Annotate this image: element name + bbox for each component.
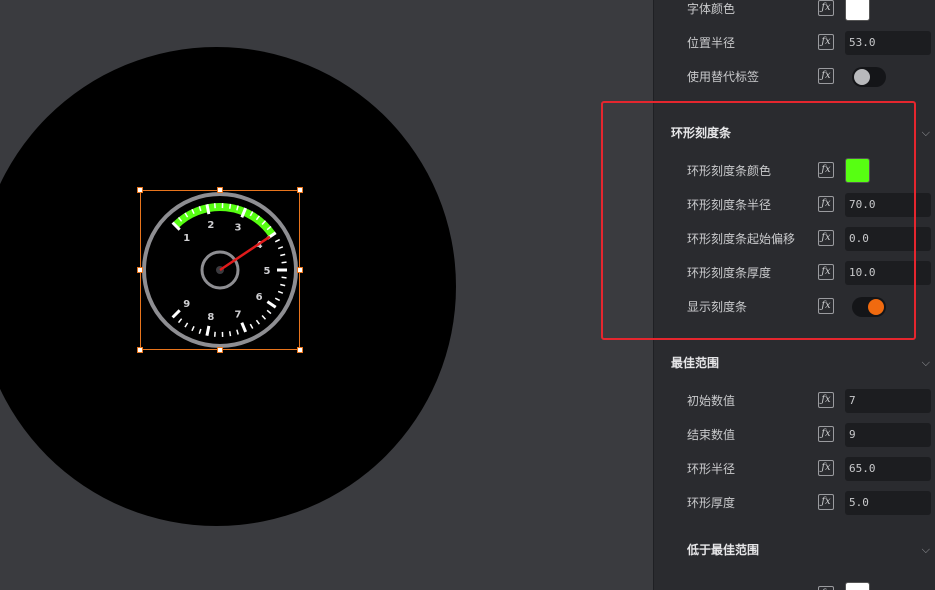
property-row: 环形刻度条半径 ƒx 70.0: [654, 190, 935, 220]
resize-handle[interactable]: [137, 347, 143, 353]
property-row: 环形半径 ƒx 65.0: [654, 454, 935, 484]
value-input[interactable]: 65.0: [845, 457, 931, 481]
toggle-knob: [868, 299, 884, 315]
property-row: 初始数值 ƒx 7: [654, 386, 935, 416]
value-input[interactable]: 10.0: [845, 261, 931, 285]
fx-icon[interactable]: ƒx: [818, 426, 834, 442]
property-label: 初始数值: [687, 394, 736, 408]
toggle-switch[interactable]: [852, 67, 886, 87]
fx-icon[interactable]: ƒx: [818, 460, 834, 476]
property-row: 环形刻度条厚度 ƒx 10.0: [654, 258, 935, 288]
fx-icon[interactable]: ƒx: [818, 230, 834, 246]
resize-handle[interactable]: [297, 347, 303, 353]
properties-panel: 字体颜色 ƒx 位置半径 ƒx 53.0 使用替代标签 ƒx 环形刻度条 ⌵ 环形刻度条颜色 ƒx 环…: [653, 0, 935, 590]
chevron-down-icon[interactable]: ⌵: [922, 348, 930, 378]
resize-handle[interactable]: [137, 267, 143, 273]
property-label: 字体颜色: [687, 2, 736, 16]
property-label: 环形厚度: [687, 496, 736, 510]
property-row: 位置半径 ƒx 53.0: [654, 28, 935, 58]
property-row: 结束数值 ƒx 9: [654, 420, 935, 450]
fx-icon[interactable]: ƒx: [818, 34, 834, 50]
property-label: 位置半径: [687, 36, 736, 50]
value-input[interactable]: 5.0: [845, 491, 931, 515]
property-row: ƒx: [654, 580, 935, 590]
resize-handle[interactable]: [217, 347, 223, 353]
property-label: 结束数值: [687, 428, 736, 442]
property-row: 字体颜色 ƒx: [654, 0, 935, 24]
property-label: 环形半径: [687, 462, 736, 476]
value-input[interactable]: 9: [845, 423, 931, 447]
property-label: 环形刻度条半径: [687, 198, 772, 212]
property-label: 环形刻度条颜色: [687, 164, 772, 178]
color-swatch[interactable]: [845, 582, 870, 590]
fx-icon[interactable]: ƒx: [818, 264, 834, 280]
property-label: 使用替代标签: [687, 70, 760, 84]
value-input[interactable]: 53.0: [845, 31, 931, 55]
toggle-knob: [854, 69, 870, 85]
fx-icon[interactable]: ƒx: [818, 162, 834, 178]
resize-handle[interactable]: [297, 187, 303, 193]
value-input[interactable]: 0.0: [845, 227, 931, 251]
fx-icon[interactable]: ƒx: [818, 392, 834, 408]
section-title: 低于最佳范围: [687, 543, 760, 557]
property-label: 环形刻度条起始偏移: [687, 232, 796, 246]
section-header[interactable]: 环形刻度条 ⌵: [654, 118, 935, 148]
chevron-down-icon[interactable]: ⌵: [922, 118, 930, 148]
property-row: 使用替代标签 ƒx: [654, 62, 935, 92]
resize-handle[interactable]: [297, 267, 303, 273]
property-row: 显示刻度条 ƒx: [654, 292, 935, 322]
resize-handle[interactable]: [217, 187, 223, 193]
fx-icon[interactable]: ƒx: [818, 494, 834, 510]
value-input[interactable]: 70.0: [845, 193, 931, 217]
fx-icon[interactable]: ƒx: [818, 196, 834, 212]
property-row: 环形刻度条颜色 ƒx: [654, 156, 935, 186]
chevron-down-icon[interactable]: ⌵: [922, 535, 930, 565]
resize-handle[interactable]: [137, 187, 143, 193]
property-row: 环形刻度条起始偏移 ƒx 0.0: [654, 224, 935, 254]
property-label: 显示刻度条: [687, 300, 748, 314]
toggle-switch[interactable]: [852, 297, 886, 317]
fx-icon[interactable]: ƒx: [818, 0, 834, 16]
section-title: 最佳范围: [671, 356, 720, 370]
color-swatch[interactable]: [845, 0, 870, 21]
fx-icon[interactable]: ƒx: [818, 586, 834, 590]
color-swatch[interactable]: [845, 158, 870, 183]
section-header[interactable]: 低于最佳范围 ⌵: [654, 535, 935, 565]
property-row: 环形厚度 ƒx 5.0: [654, 488, 935, 518]
selection-box[interactable]: [140, 190, 300, 350]
fx-icon[interactable]: ƒx: [818, 298, 834, 314]
canvas-area[interactable]: 123456789: [0, 0, 653, 590]
section-header[interactable]: 最佳范围 ⌵: [654, 348, 935, 378]
value-input[interactable]: 7: [845, 389, 931, 413]
section-title: 环形刻度条: [671, 126, 732, 140]
property-label: 环形刻度条厚度: [687, 266, 772, 280]
fx-icon[interactable]: ƒx: [818, 68, 834, 84]
